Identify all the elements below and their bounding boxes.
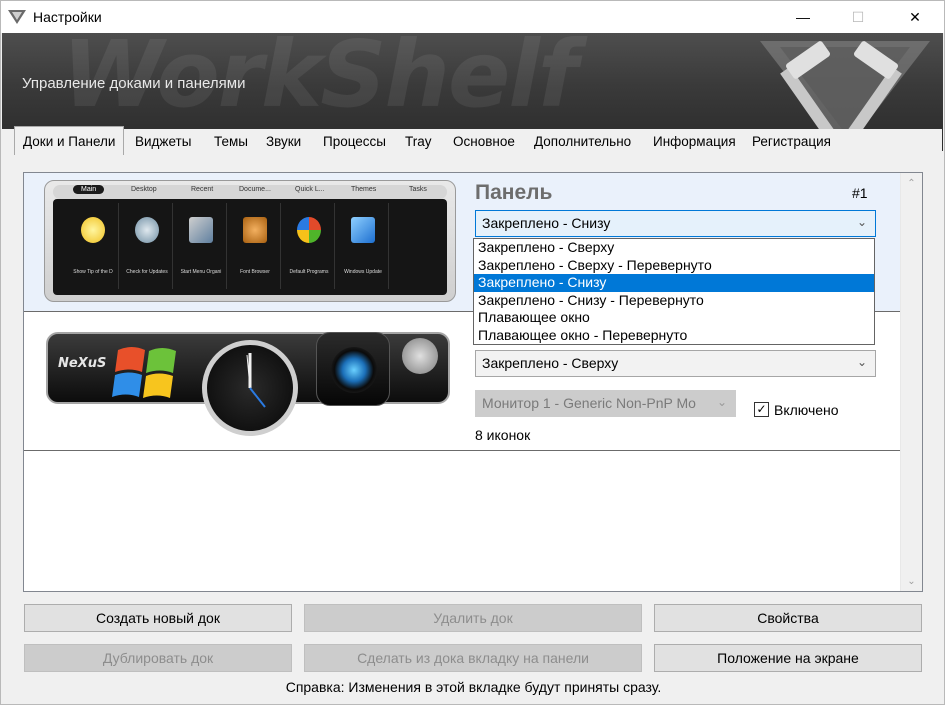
enabled-checkbox[interactable]: ✓ xyxy=(754,402,769,417)
dropdown-option[interactable]: Закреплено - Снизу - Перевернуто xyxy=(474,292,874,310)
vertical-scrollbar[interactable]: ⌃ ⌄ xyxy=(900,173,922,591)
chevron-down-icon[interactable]: ⌄ xyxy=(857,215,867,229)
tab-docks-panels[interactable]: Доки и Панели xyxy=(14,126,125,155)
dropdown-option-selected[interactable]: Закреплено - Снизу xyxy=(474,274,874,292)
tab-sounds[interactable]: Звуки xyxy=(258,129,309,153)
preview-tab: Desktop xyxy=(131,186,157,193)
preview-tab: Quick L... xyxy=(295,186,325,193)
preview-item: Check for Updates xyxy=(121,203,173,289)
workshelf-app-icon xyxy=(8,10,26,24)
dropdown-option[interactable]: Плавающее окно - Перевернуто xyxy=(474,327,874,345)
dropdown-option[interactable]: Закреплено - Сверху - Перевернуто xyxy=(474,257,874,275)
start-menu-organizer-icon xyxy=(189,217,213,243)
panel-title: Панель xyxy=(475,181,553,204)
title-bar: Настройки — ☐ ✕ xyxy=(1,1,944,33)
tab-widgets[interactable]: Виджеты xyxy=(127,129,199,153)
delete-dock-button[interactable]: Удалить док xyxy=(304,604,642,632)
docks-list[interactable]: Main Desktop Recent Docume... Quick L...… xyxy=(23,172,923,592)
nexus-logo: NeXuS xyxy=(58,356,107,371)
chevron-down-icon: ⌄ xyxy=(716,395,727,409)
tab-processes[interactable]: Процессы xyxy=(315,129,394,153)
tab-information[interactable]: Информация xyxy=(645,129,744,153)
panel-position-select[interactable]: Закреплено - Снизу ⌄ xyxy=(475,210,876,237)
properties-button[interactable]: Свойства xyxy=(654,604,922,632)
duplicate-dock-button[interactable]: Дублировать док xyxy=(24,644,292,672)
disc-icon xyxy=(402,338,438,374)
preview-item: Show Tip of the D xyxy=(67,203,119,289)
banner-subtitle: Управление доками и панелями xyxy=(22,75,246,92)
create-dock-button[interactable]: Создать новый док xyxy=(24,604,292,632)
enabled-label[interactable]: Включено xyxy=(774,402,839,418)
preview-tab: Recent xyxy=(191,186,214,193)
tab-tray[interactable]: Tray xyxy=(397,129,440,153)
make-tab-button[interactable]: Сделать из дока вкладку на панели xyxy=(304,644,642,672)
preview-item: Default Programs xyxy=(283,203,335,289)
windows-logo-icon xyxy=(112,347,176,398)
minimize-button[interactable]: — xyxy=(780,1,826,33)
tab-strip: Доки и Панели Виджеты Темы Звуки Процесс… xyxy=(2,119,943,155)
preview-tab: Docume... xyxy=(239,186,271,193)
preview-item: Windows Update xyxy=(337,203,389,289)
default-programs-icon xyxy=(297,217,321,243)
tab-themes[interactable]: Темы xyxy=(206,129,256,153)
position-dropdown-list[interactable]: Закреплено - Сверху Закреплено - Сверху … xyxy=(473,238,875,345)
camera-icon xyxy=(316,332,390,406)
screen-position-button[interactable]: Положение на экране xyxy=(654,644,922,672)
dropdown-option[interactable]: Плавающее окно xyxy=(474,309,874,327)
tab-registration[interactable]: Регистрация xyxy=(744,129,839,153)
windows-update-icon xyxy=(351,217,375,243)
dropdown-option[interactable]: Закреплено - Сверху xyxy=(474,239,874,257)
panel-preview: Main Desktop Recent Docume... Quick L...… xyxy=(44,180,456,302)
preview-item: Font Browser xyxy=(229,203,281,289)
preview-tab: Tasks xyxy=(409,186,427,193)
lightbulb-icon xyxy=(81,217,105,243)
chevron-down-icon[interactable]: ⌄ xyxy=(857,355,867,369)
preview-tab: Main xyxy=(73,185,105,194)
panel-preview-tabbar: Main Desktop Recent Docume... Quick L...… xyxy=(53,185,447,199)
icons-count: 8 иконок xyxy=(475,427,531,443)
dock-position-select[interactable]: Закреплено - Сверху ⌄ xyxy=(475,350,876,377)
settings-window: Настройки — ☐ ✕ WorkShelf Управление док… xyxy=(0,0,945,705)
panel-number: #1 xyxy=(852,185,868,201)
maximize-button[interactable]: ☐ xyxy=(835,1,881,33)
panel-preview-items: Show Tip of the D Check for Updates Star… xyxy=(53,199,447,295)
preview-tab: Themes xyxy=(351,186,377,193)
clock-icon xyxy=(202,340,298,436)
window-title: Настройки xyxy=(33,9,102,25)
preview-item: Start Menu Organi xyxy=(175,203,227,289)
font-browser-icon xyxy=(243,217,267,243)
dock-preview: NeXuS xyxy=(44,326,454,436)
monitor-select[interactable]: Монитор 1 - Generic Non-PnP Mo ⌄ xyxy=(475,390,736,417)
scroll-down-icon[interactable]: ⌄ xyxy=(901,571,922,591)
close-button[interactable]: ✕ xyxy=(892,1,938,33)
tab-general[interactable]: Основное xyxy=(445,129,523,153)
scroll-up-icon[interactable]: ⌃ xyxy=(901,173,922,193)
update-globe-icon xyxy=(135,217,159,243)
tab-advanced[interactable]: Дополнительно xyxy=(526,129,639,153)
help-text: Справка: Изменения в этой вкладке будут … xyxy=(285,679,662,695)
